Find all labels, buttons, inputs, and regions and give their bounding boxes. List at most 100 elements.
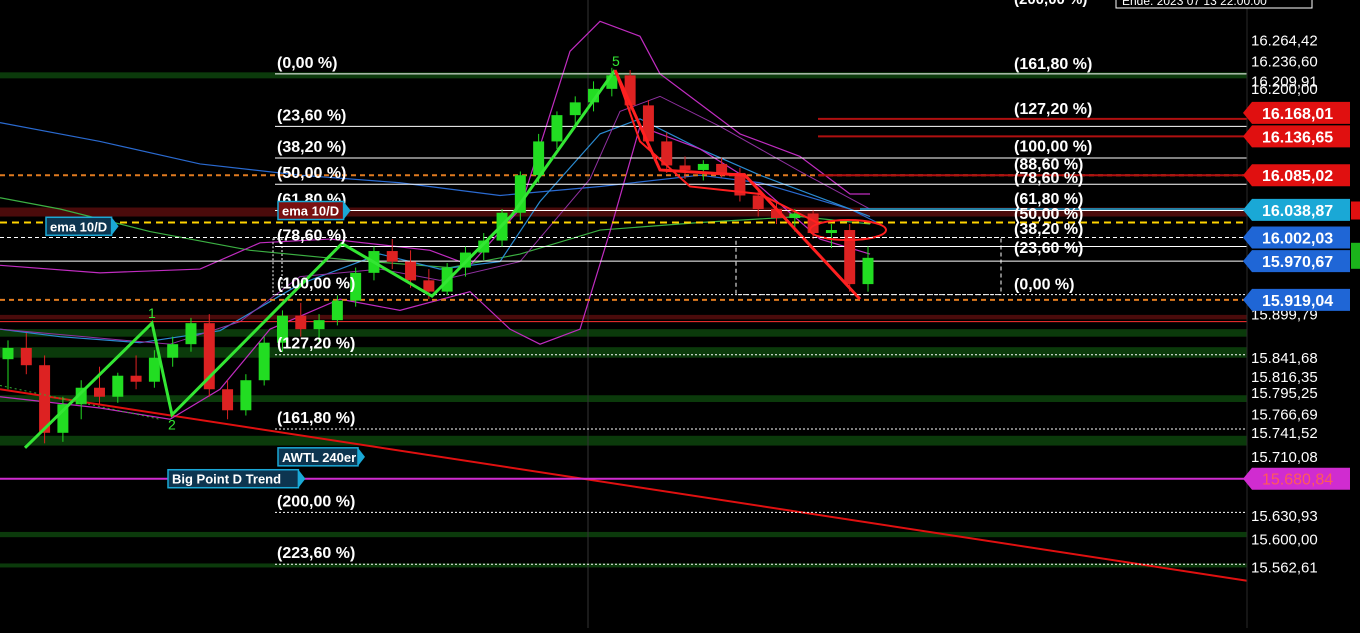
indicator-tag[interactable]: ema 10/D xyxy=(46,217,119,235)
chart-svg[interactable]: 125 (0,00 %)(23,60 %)(38,20 %)(50,00 %)(… xyxy=(0,0,1360,628)
indicator-tag[interactable]: ema 10/D xyxy=(278,202,351,220)
candles[interactable] xyxy=(3,68,874,443)
candle[interactable] xyxy=(826,224,837,248)
price-tag[interactable]: 16.168,01 xyxy=(1243,102,1350,124)
candle-body xyxy=(222,389,233,410)
candle-body xyxy=(112,376,123,397)
left-fib-label: (161,80 %) xyxy=(277,410,355,427)
zone-band xyxy=(0,436,1247,446)
candle[interactable] xyxy=(551,111,562,149)
price-tag-text: 16.038,87 xyxy=(1262,203,1333,220)
price-tag[interactable]: 15.919,04 xyxy=(1243,289,1350,311)
price-axis-label[interactable]: 15.630,93 xyxy=(1251,508,1318,525)
candle-body xyxy=(295,316,306,330)
candle-body xyxy=(314,320,325,329)
candle-body xyxy=(551,115,562,141)
price-axis-label[interactable]: 15.841,68 xyxy=(1251,350,1318,367)
trading-chart[interactable]: 125 (0,00 %)(23,60 %)(38,20 %)(50,00 %)(… xyxy=(0,0,1360,628)
price-tag-text: 16.136,65 xyxy=(1262,129,1333,146)
candle[interactable] xyxy=(222,380,233,419)
fib-labels: (0,00 %)(23,60 %)(38,20 %)(50,00 %)(61,8… xyxy=(277,55,1092,562)
end-label: Ende: 2023 07 13 22:00:00 xyxy=(1122,0,1267,8)
left-fib-label: (127,20 %) xyxy=(277,336,355,353)
price-axis-label[interactable]: 16.200,00 xyxy=(1251,81,1318,98)
price-tag[interactable]: 16.038,87 xyxy=(1243,199,1350,221)
indicator-tag-arrow xyxy=(298,470,305,488)
price-axis-label[interactable]: 15.816,35 xyxy=(1251,369,1318,386)
candle-body xyxy=(570,102,581,115)
price-axis-label[interactable]: 15.562,61 xyxy=(1251,560,1318,577)
indicator-tag-arrow xyxy=(112,217,119,235)
candle-body xyxy=(149,358,160,382)
price-tag-text: 15.680,84 xyxy=(1262,472,1333,489)
candle[interactable] xyxy=(204,314,215,397)
price-tag[interactable]: 15.970,67 xyxy=(1243,250,1350,272)
candle-body xyxy=(167,344,178,358)
candle[interactable] xyxy=(167,337,178,367)
price-tag[interactable]: 16.002,03 xyxy=(1243,227,1350,249)
candle[interactable] xyxy=(863,247,874,292)
zone-band xyxy=(0,72,1247,78)
candle-body xyxy=(185,323,196,344)
left-fib-label: (38,20 %) xyxy=(277,139,346,156)
price-axis-label[interactable]: 15.795,25 xyxy=(1251,385,1318,402)
red-channel-path[interactable] xyxy=(615,70,820,224)
candle[interactable] xyxy=(734,168,745,202)
price-tag-text: 16.085,02 xyxy=(1262,168,1333,185)
left-fib-label: (100,00 %) xyxy=(277,276,355,293)
candle-body xyxy=(753,195,764,209)
candle-body xyxy=(387,251,398,262)
candle[interactable] xyxy=(21,333,32,374)
candle-body xyxy=(21,348,32,365)
price-axis-label[interactable]: 16.236,60 xyxy=(1251,53,1318,70)
candle-body xyxy=(698,164,709,170)
indicator-tag-arrow xyxy=(344,202,351,220)
indicator-tag-text: Big Point D Trend xyxy=(172,472,281,487)
candle[interactable] xyxy=(698,160,709,180)
price-tag[interactable]: 15.680,84 xyxy=(1243,468,1350,490)
top-fib-partial-label: (200,00 %) xyxy=(1014,0,1087,8)
candle-body xyxy=(131,376,142,382)
wave-label-2: 2 xyxy=(168,416,176,432)
price-axis-label[interactable]: 15.600,00 xyxy=(1251,531,1318,548)
candle[interactable] xyxy=(76,380,87,419)
candle[interactable] xyxy=(131,355,142,389)
price-tag[interactable]: 16.085,02 xyxy=(1243,164,1350,186)
candle[interactable] xyxy=(185,318,196,352)
candle-body xyxy=(3,348,14,359)
candle[interactable] xyxy=(844,224,855,292)
left-fib-label: (0,00 %) xyxy=(277,55,337,72)
candle[interactable] xyxy=(387,239,398,269)
candle-body xyxy=(716,164,727,173)
candle-body xyxy=(826,230,837,233)
price-tag-text: 15.919,04 xyxy=(1262,293,1333,310)
candle-body xyxy=(863,258,874,284)
candle[interactable] xyxy=(259,337,270,386)
price-axis-label[interactable]: 15.741,52 xyxy=(1251,425,1318,442)
right-fib-label: (23,60 %) xyxy=(1014,240,1083,257)
candle[interactable] xyxy=(240,374,251,415)
price-axis-label[interactable]: 15.710,08 xyxy=(1251,449,1318,466)
indicator-tag[interactable]: Big Point D Trend xyxy=(168,470,305,488)
price-tags[interactable]: 16.168,01 16.136,65 16.085,02 16.038,87 16.0… xyxy=(46,102,1360,490)
price-axis[interactable]: 16.264,4216.236,6016.209,9116.200,0015.8… xyxy=(1247,0,1360,628)
price-tag-text: 16.002,03 xyxy=(1262,231,1333,248)
candle-body xyxy=(332,301,343,321)
indicator-tag[interactable]: AWTL 240er xyxy=(278,448,365,466)
candle-body xyxy=(240,380,251,410)
right-fib-label: (100,00 %) xyxy=(1014,138,1092,155)
price-axis-label[interactable]: 15.766,69 xyxy=(1251,406,1318,423)
candle-body xyxy=(405,262,416,281)
right-fib-label: (127,20 %) xyxy=(1014,101,1092,118)
price-tag-text: 16.168,01 xyxy=(1262,106,1333,123)
right-fib-label: (0,00 %) xyxy=(1014,277,1074,294)
right-fib-label: (78,60 %) xyxy=(1014,170,1083,187)
wave-label-1: 1 xyxy=(148,305,156,321)
candle-body xyxy=(259,343,270,381)
price-tag[interactable]: 16.136,65 xyxy=(1243,125,1350,147)
ema-fast xyxy=(0,119,870,343)
left-fib-label: (23,60 %) xyxy=(277,107,346,124)
indicator-tag-text: ema 10/D xyxy=(50,219,107,234)
price-axis-label[interactable]: 16.264,42 xyxy=(1251,32,1318,49)
candle-body xyxy=(680,165,691,170)
